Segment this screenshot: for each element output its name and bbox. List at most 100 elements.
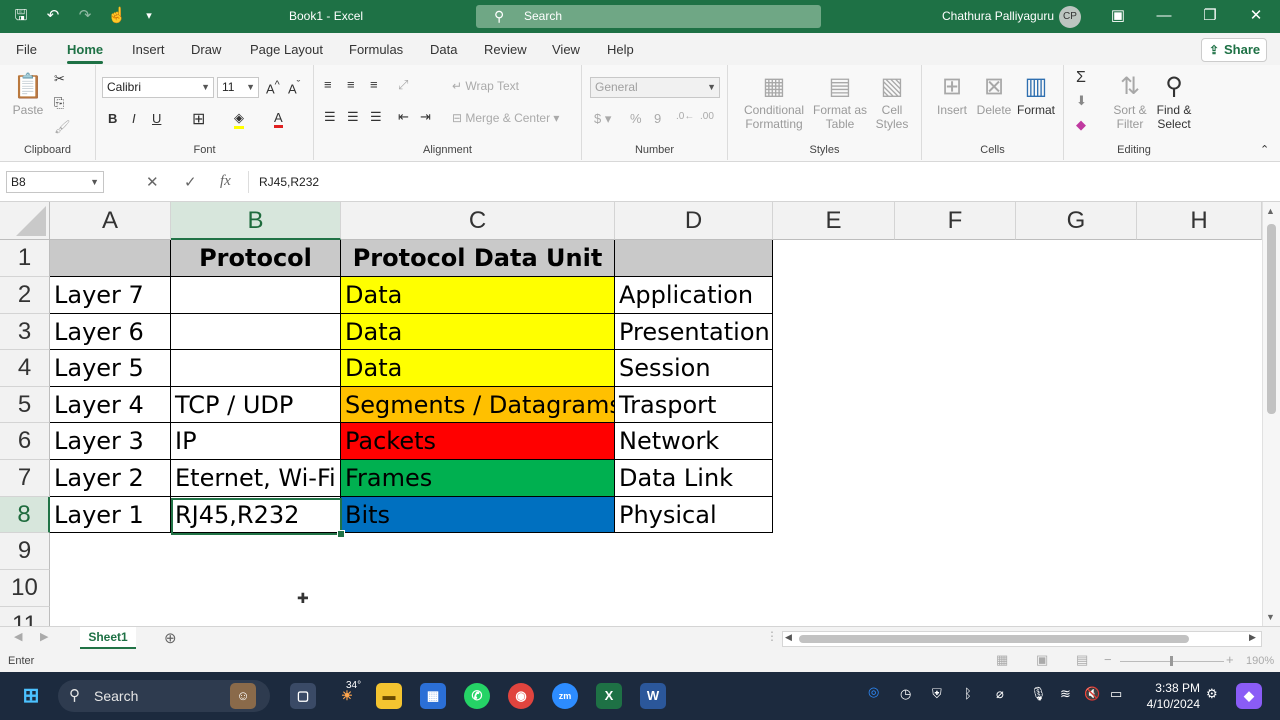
fill-color-icon[interactable]: ◈ [234, 110, 244, 129]
add-sheet-icon[interactable]: ⊕ [164, 629, 177, 647]
scroll-left-icon[interactable]: ◀ [785, 632, 792, 643]
percent-icon[interactable]: % [630, 111, 642, 126]
undo-icon[interactable]: ↶ [42, 6, 64, 26]
bold-icon[interactable]: B [108, 111, 117, 126]
row-header[interactable]: 8 [0, 497, 50, 533]
copy-icon[interactable]: ⎘ [54, 95, 64, 111]
title-search-box[interactable]: ⚲ Search [476, 5, 821, 28]
table-cell[interactable]: Layer 5 [50, 350, 171, 387]
enter-icon[interactable]: ✓ [184, 173, 197, 191]
volume-muted-icon[interactable]: 🔇 [1084, 686, 1100, 702]
increase-indent-icon[interactable]: ⇥ [420, 109, 431, 125]
horizontal-scroll-thumb[interactable] [799, 635, 1189, 643]
delete-cells-button[interactable]: ⊠ Delete [972, 71, 1016, 117]
table-cell[interactable]: Layer 2 [50, 460, 171, 497]
table-cell[interactable]: Physical [615, 497, 773, 533]
column-header-b[interactable]: B [171, 202, 341, 240]
normal-view-icon[interactable]: ▦ [996, 652, 1008, 668]
fill-icon[interactable]: ⬇ [1076, 93, 1087, 109]
row-header[interactable]: 7 [0, 460, 50, 497]
ribbon-display-icon[interactable]: ▣ [1106, 5, 1130, 27]
font-size-select[interactable]: 11 ▼ [217, 77, 259, 98]
redo-icon[interactable]: ↷ [74, 6, 96, 26]
wrap-text-button[interactable]: ↵ Wrap Text [452, 79, 519, 93]
file-explorer-icon[interactable]: ▬ [376, 683, 402, 709]
avatar[interactable]: CP [1059, 6, 1081, 28]
zoom-out-icon[interactable]: − [1104, 652, 1112, 667]
tab-draw[interactable]: Draw [191, 42, 221, 57]
zoom-app-icon[interactable]: zm [552, 683, 578, 709]
scroll-down-icon[interactable]: ▼ [1266, 612, 1275, 622]
table-cell[interactable]: Layer 6 [50, 314, 171, 350]
minimize-icon[interactable]: — [1152, 5, 1176, 27]
table-cell[interactable]: Layer 7 [50, 277, 171, 314]
font-color-icon[interactable]: A [274, 110, 283, 128]
tab-splitter-icon[interactable]: ⋮ [766, 629, 778, 643]
collapse-ribbon-icon[interactable]: ⌃ [1260, 143, 1269, 156]
scroll-right-icon[interactable]: ▶ [1249, 632, 1256, 643]
table-cell[interactable] [171, 314, 341, 350]
comma-icon[interactable]: 9 [654, 111, 661, 126]
zoom-level[interactable]: 190% [1246, 655, 1274, 667]
table-cell[interactable]: Eternet, Wi-Fi [171, 460, 341, 497]
touch-mode-icon[interactable]: ☝ [106, 6, 128, 26]
tab-formulas[interactable]: Formulas [349, 42, 403, 57]
decrease-indent-icon[interactable]: ⇤ [398, 109, 409, 125]
table-cell[interactable]: Layer 4 [50, 387, 171, 423]
clock-tray-icon[interactable]: ◷ [900, 686, 911, 702]
tab-page-layout[interactable]: Page Layout [250, 42, 323, 57]
battery-icon[interactable]: ▭ [1110, 686, 1122, 702]
decrease-font-icon[interactable]: Aˇ [288, 79, 300, 96]
borders-icon[interactable]: ⊞ [192, 109, 205, 129]
zoom-slider-thumb[interactable] [1170, 656, 1173, 666]
table-cell[interactable]: TCP / UDP [171, 387, 341, 423]
wifi-icon[interactable]: ≋ [1060, 686, 1071, 702]
table-cell[interactable] [171, 277, 341, 314]
page-layout-view-icon[interactable]: ▣ [1036, 652, 1048, 668]
table-cell[interactable] [171, 350, 341, 387]
cell-b1[interactable]: Protocol [171, 240, 341, 277]
table-cell[interactable]: Presentation [615, 314, 773, 350]
notification-icon[interactable]: ⚙ [1206, 686, 1218, 702]
clear-icon[interactable]: ◆ [1076, 117, 1086, 133]
copilot-icon[interactable]: ◆ [1236, 683, 1262, 709]
table-cell[interactable]: Frames [341, 460, 615, 497]
align-bottom-icon[interactable]: ≡ [370, 77, 378, 92]
sort-filter-button[interactable]: ⇅ Sort & Filter [1108, 71, 1152, 131]
find-select-button[interactable]: ⚲ Find & Select [1152, 71, 1196, 131]
task-view-icon[interactable]: ▢ [290, 683, 316, 709]
zoom-in-icon[interactable]: + [1226, 652, 1234, 667]
store-icon[interactable]: ▦ [420, 683, 446, 709]
save-icon[interactable]: 🖫 [10, 6, 32, 26]
row-header[interactable]: 3 [0, 314, 50, 350]
bluetooth-icon[interactable]: ᛒ [964, 686, 972, 701]
vertical-scrollbar[interactable]: ▲ ▼ [1262, 202, 1280, 626]
microphone-icon[interactable]: 🎙 [1030, 686, 1047, 702]
table-cell[interactable]: IP [171, 423, 341, 460]
table-cell[interactable]: Bits [341, 497, 615, 533]
italic-icon[interactable]: I [132, 111, 136, 126]
autosum-icon[interactable]: Σ [1076, 69, 1086, 87]
insert-function-icon[interactable]: fx [220, 173, 231, 190]
column-header-e[interactable]: E [773, 202, 895, 240]
defender-icon[interactable]: ⛨ [932, 686, 942, 702]
scroll-up-icon[interactable]: ▲ [1266, 206, 1275, 216]
tab-review[interactable]: Review [484, 42, 527, 57]
number-format-select[interactable]: General ▼ [590, 77, 720, 98]
excel-icon[interactable]: X [596, 683, 622, 709]
table-cell[interactable]: Network [615, 423, 773, 460]
formula-input[interactable]: RJ45,R232 [248, 171, 1274, 193]
insert-cells-button[interactable]: ⊞ Insert [930, 71, 974, 117]
taskbar-clock[interactable]: 3:38 PM 4/10/2024 [1140, 680, 1200, 712]
cell-d1[interactable] [615, 240, 773, 277]
currency-icon[interactable]: $ ▾ [594, 111, 611, 127]
row-header[interactable]: 10 [0, 570, 50, 607]
column-header-a[interactable]: A [50, 202, 171, 240]
table-cell[interactable]: Trasport [615, 387, 773, 423]
cancel-icon[interactable]: ✕ [146, 173, 159, 191]
tab-file[interactable]: File [16, 42, 37, 57]
column-header-g[interactable]: G [1016, 202, 1137, 240]
widgets-icon[interactable]: ☺ [230, 683, 256, 709]
column-header-c[interactable]: C [341, 202, 615, 240]
orientation-icon[interactable]: ⤢ [398, 77, 408, 93]
